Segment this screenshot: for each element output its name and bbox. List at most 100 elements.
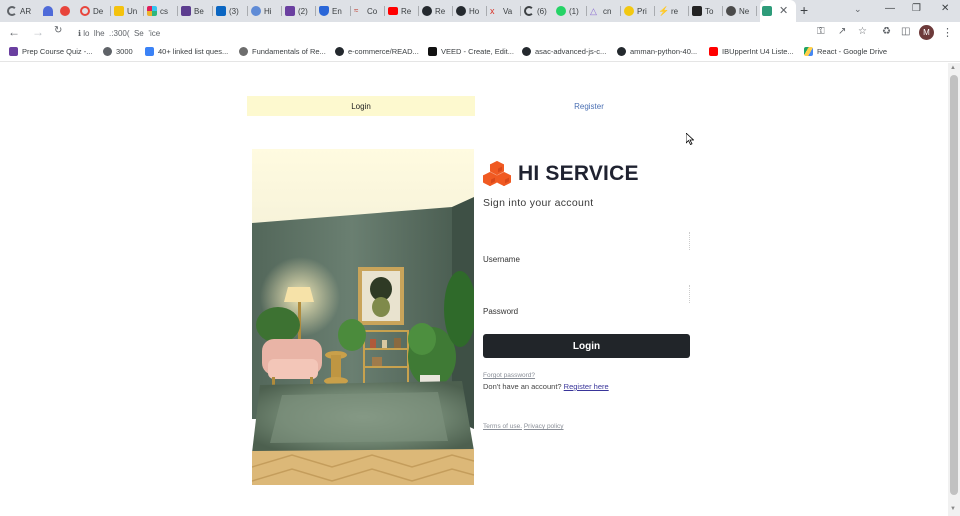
browser-tab[interactable]: Be bbox=[181, 0, 209, 22]
chevron-down-icon[interactable]: ⌄ bbox=[854, 4, 862, 15]
password-input[interactable] bbox=[483, 285, 688, 301]
browser-tab[interactable]: En bbox=[319, 0, 347, 22]
bookmark-item[interactable]: 40+ linked list ques... bbox=[145, 47, 228, 56]
github-icon bbox=[335, 47, 344, 56]
browser-tab[interactable]: △ cn bbox=[590, 0, 618, 22]
reload-icon[interactable]: ↻ bbox=[54, 25, 62, 36]
page-scrollbar[interactable]: ▲ ▼ bbox=[948, 63, 960, 516]
extensions-icon[interactable]: ♻ bbox=[882, 26, 891, 37]
browser-tab-strip: AR De Un cs Be (3) Hi (2) En ≈ Co Re Re H… bbox=[0, 0, 960, 22]
back-arrow-icon[interactable]: ← bbox=[8, 25, 20, 39]
spinner-icon bbox=[524, 6, 534, 16]
browser-tab[interactable]: Re bbox=[388, 0, 416, 22]
browser-tab[interactable] bbox=[43, 0, 59, 22]
tab-label: cn bbox=[603, 6, 612, 16]
close-window-icon[interactable]: ✕ bbox=[941, 3, 949, 14]
browser-tab[interactable]: To bbox=[692, 0, 720, 22]
bookmark-item[interactable]: e-commerce/READ... bbox=[335, 47, 419, 56]
browser-tab[interactable]: (6) bbox=[524, 0, 552, 22]
globe-icon bbox=[103, 47, 112, 56]
scroll-up-icon[interactable]: ▲ bbox=[950, 65, 956, 71]
bookmark-label: IBUpperInt U4 Liste... bbox=[722, 47, 794, 56]
page-icon bbox=[692, 6, 702, 16]
tab-label: Pri bbox=[637, 6, 647, 16]
tab-register-label: Register bbox=[574, 101, 604, 111]
mouse-cursor-icon bbox=[686, 133, 694, 145]
bookmark-item[interactable]: Fundamentals of Re... bbox=[239, 47, 326, 56]
tab-login[interactable]: Login bbox=[247, 96, 475, 116]
close-tab-icon[interactable]: ✕ bbox=[779, 4, 788, 17]
tab-register[interactable]: Register bbox=[475, 96, 703, 116]
avatar[interactable]: M bbox=[919, 25, 934, 40]
mail-icon bbox=[114, 6, 124, 16]
tab-label: Ho bbox=[469, 6, 480, 16]
password-field bbox=[483, 285, 690, 303]
bolt-icon: ⚡ bbox=[658, 6, 670, 16]
browser-tab[interactable]: AR bbox=[7, 0, 35, 22]
address-bar[interactable]: ℹ lo lhe .:300( Se ’ice bbox=[68, 25, 808, 41]
forward-arrow-icon[interactable]: → bbox=[32, 25, 44, 39]
tab-label: (1) bbox=[569, 6, 579, 16]
browser-tab[interactable]: Ne bbox=[726, 0, 754, 22]
username-input[interactable] bbox=[483, 232, 688, 248]
new-tab-icon[interactable]: + bbox=[800, 2, 808, 18]
shield-icon bbox=[319, 6, 329, 16]
globe-icon bbox=[726, 6, 736, 16]
mail-icon bbox=[285, 6, 295, 16]
username-field bbox=[483, 232, 690, 250]
browser-tab[interactable]: x Va bbox=[490, 0, 518, 22]
image-icon bbox=[762, 6, 772, 16]
bookmark-item[interactable]: 3000 bbox=[103, 47, 133, 56]
tab-label: Ne bbox=[739, 6, 750, 16]
login-button[interactable]: Login bbox=[483, 334, 690, 358]
browser-tab[interactable]: De bbox=[80, 0, 106, 22]
page-icon bbox=[181, 6, 191, 16]
bookmark-label: 3000 bbox=[116, 47, 133, 56]
share-icon[interactable]: ↗ bbox=[838, 26, 846, 37]
bookmark-item[interactable]: amman-python-40... bbox=[617, 47, 697, 56]
tab-label: Co bbox=[367, 6, 378, 16]
bookmark-item[interactable]: VEED - Create, Edit... bbox=[428, 47, 514, 56]
bookmark-label: asac-advanced-js-c... bbox=[535, 47, 607, 56]
whatsapp-icon bbox=[556, 6, 566, 16]
browser-tab-active[interactable] bbox=[760, 0, 796, 22]
scroll-down-icon[interactable]: ▼ bbox=[950, 506, 956, 512]
username-label: Username bbox=[483, 255, 520, 264]
tab-label: cs bbox=[160, 6, 168, 16]
bookmark-label: Fundamentals of Re... bbox=[252, 47, 326, 56]
menu-icon[interactable]: ⋮ bbox=[942, 26, 953, 39]
star-icon[interactable]: ☆ bbox=[858, 26, 867, 37]
register-prompt: Don't have an account? Register here bbox=[483, 382, 609, 391]
side-panel-icon[interactable]: ◫ bbox=[901, 26, 910, 37]
browser-tab[interactable]: Hi bbox=[251, 0, 279, 22]
scroll-thumb[interactable] bbox=[950, 75, 958, 495]
browser-tab[interactable]: cs bbox=[147, 0, 175, 22]
browser-tab[interactable] bbox=[60, 0, 76, 22]
brain-icon bbox=[60, 6, 70, 16]
privacy-link[interactable]: Privacy policy bbox=[524, 423, 564, 430]
restore-icon[interactable]: ❐ bbox=[912, 3, 921, 14]
browser-tab[interactable]: ≈ Co bbox=[354, 0, 382, 22]
bookmark-item[interactable]: IBUpperInt U4 Liste... bbox=[709, 47, 794, 56]
profile-initial: M bbox=[923, 28, 930, 37]
forgot-password-link[interactable]: Forgot password? bbox=[483, 372, 535, 379]
browser-tab[interactable]: (1) bbox=[556, 0, 584, 22]
bookmark-item[interactable]: React - Google Drive bbox=[804, 47, 887, 56]
browser-tab[interactable]: Ho bbox=[456, 0, 484, 22]
browser-tab[interactable]: Pri bbox=[624, 0, 652, 22]
browser-tab[interactable]: ⚡ re bbox=[658, 0, 686, 22]
browser-tab[interactable]: (3) bbox=[216, 0, 244, 22]
arrow-icon bbox=[145, 47, 154, 56]
living-room-image bbox=[252, 149, 474, 485]
bookmark-item[interactable]: Prep Course Quiz -... bbox=[9, 47, 92, 56]
cubes-logo-icon bbox=[483, 161, 511, 186]
minimize-icon[interactable]: — bbox=[885, 3, 895, 14]
browser-tab[interactable]: Re bbox=[422, 0, 450, 22]
bookmark-item[interactable]: asac-advanced-js-c... bbox=[522, 47, 606, 56]
browser-tab[interactable]: (2) bbox=[285, 0, 313, 22]
github-icon bbox=[456, 6, 466, 16]
key-icon[interactable]: ⚿ bbox=[817, 26, 825, 37]
terms-link[interactable]: Terms of use. bbox=[483, 423, 522, 430]
browser-tab[interactable]: Un bbox=[114, 0, 140, 22]
register-link[interactable]: Register here bbox=[564, 382, 609, 391]
